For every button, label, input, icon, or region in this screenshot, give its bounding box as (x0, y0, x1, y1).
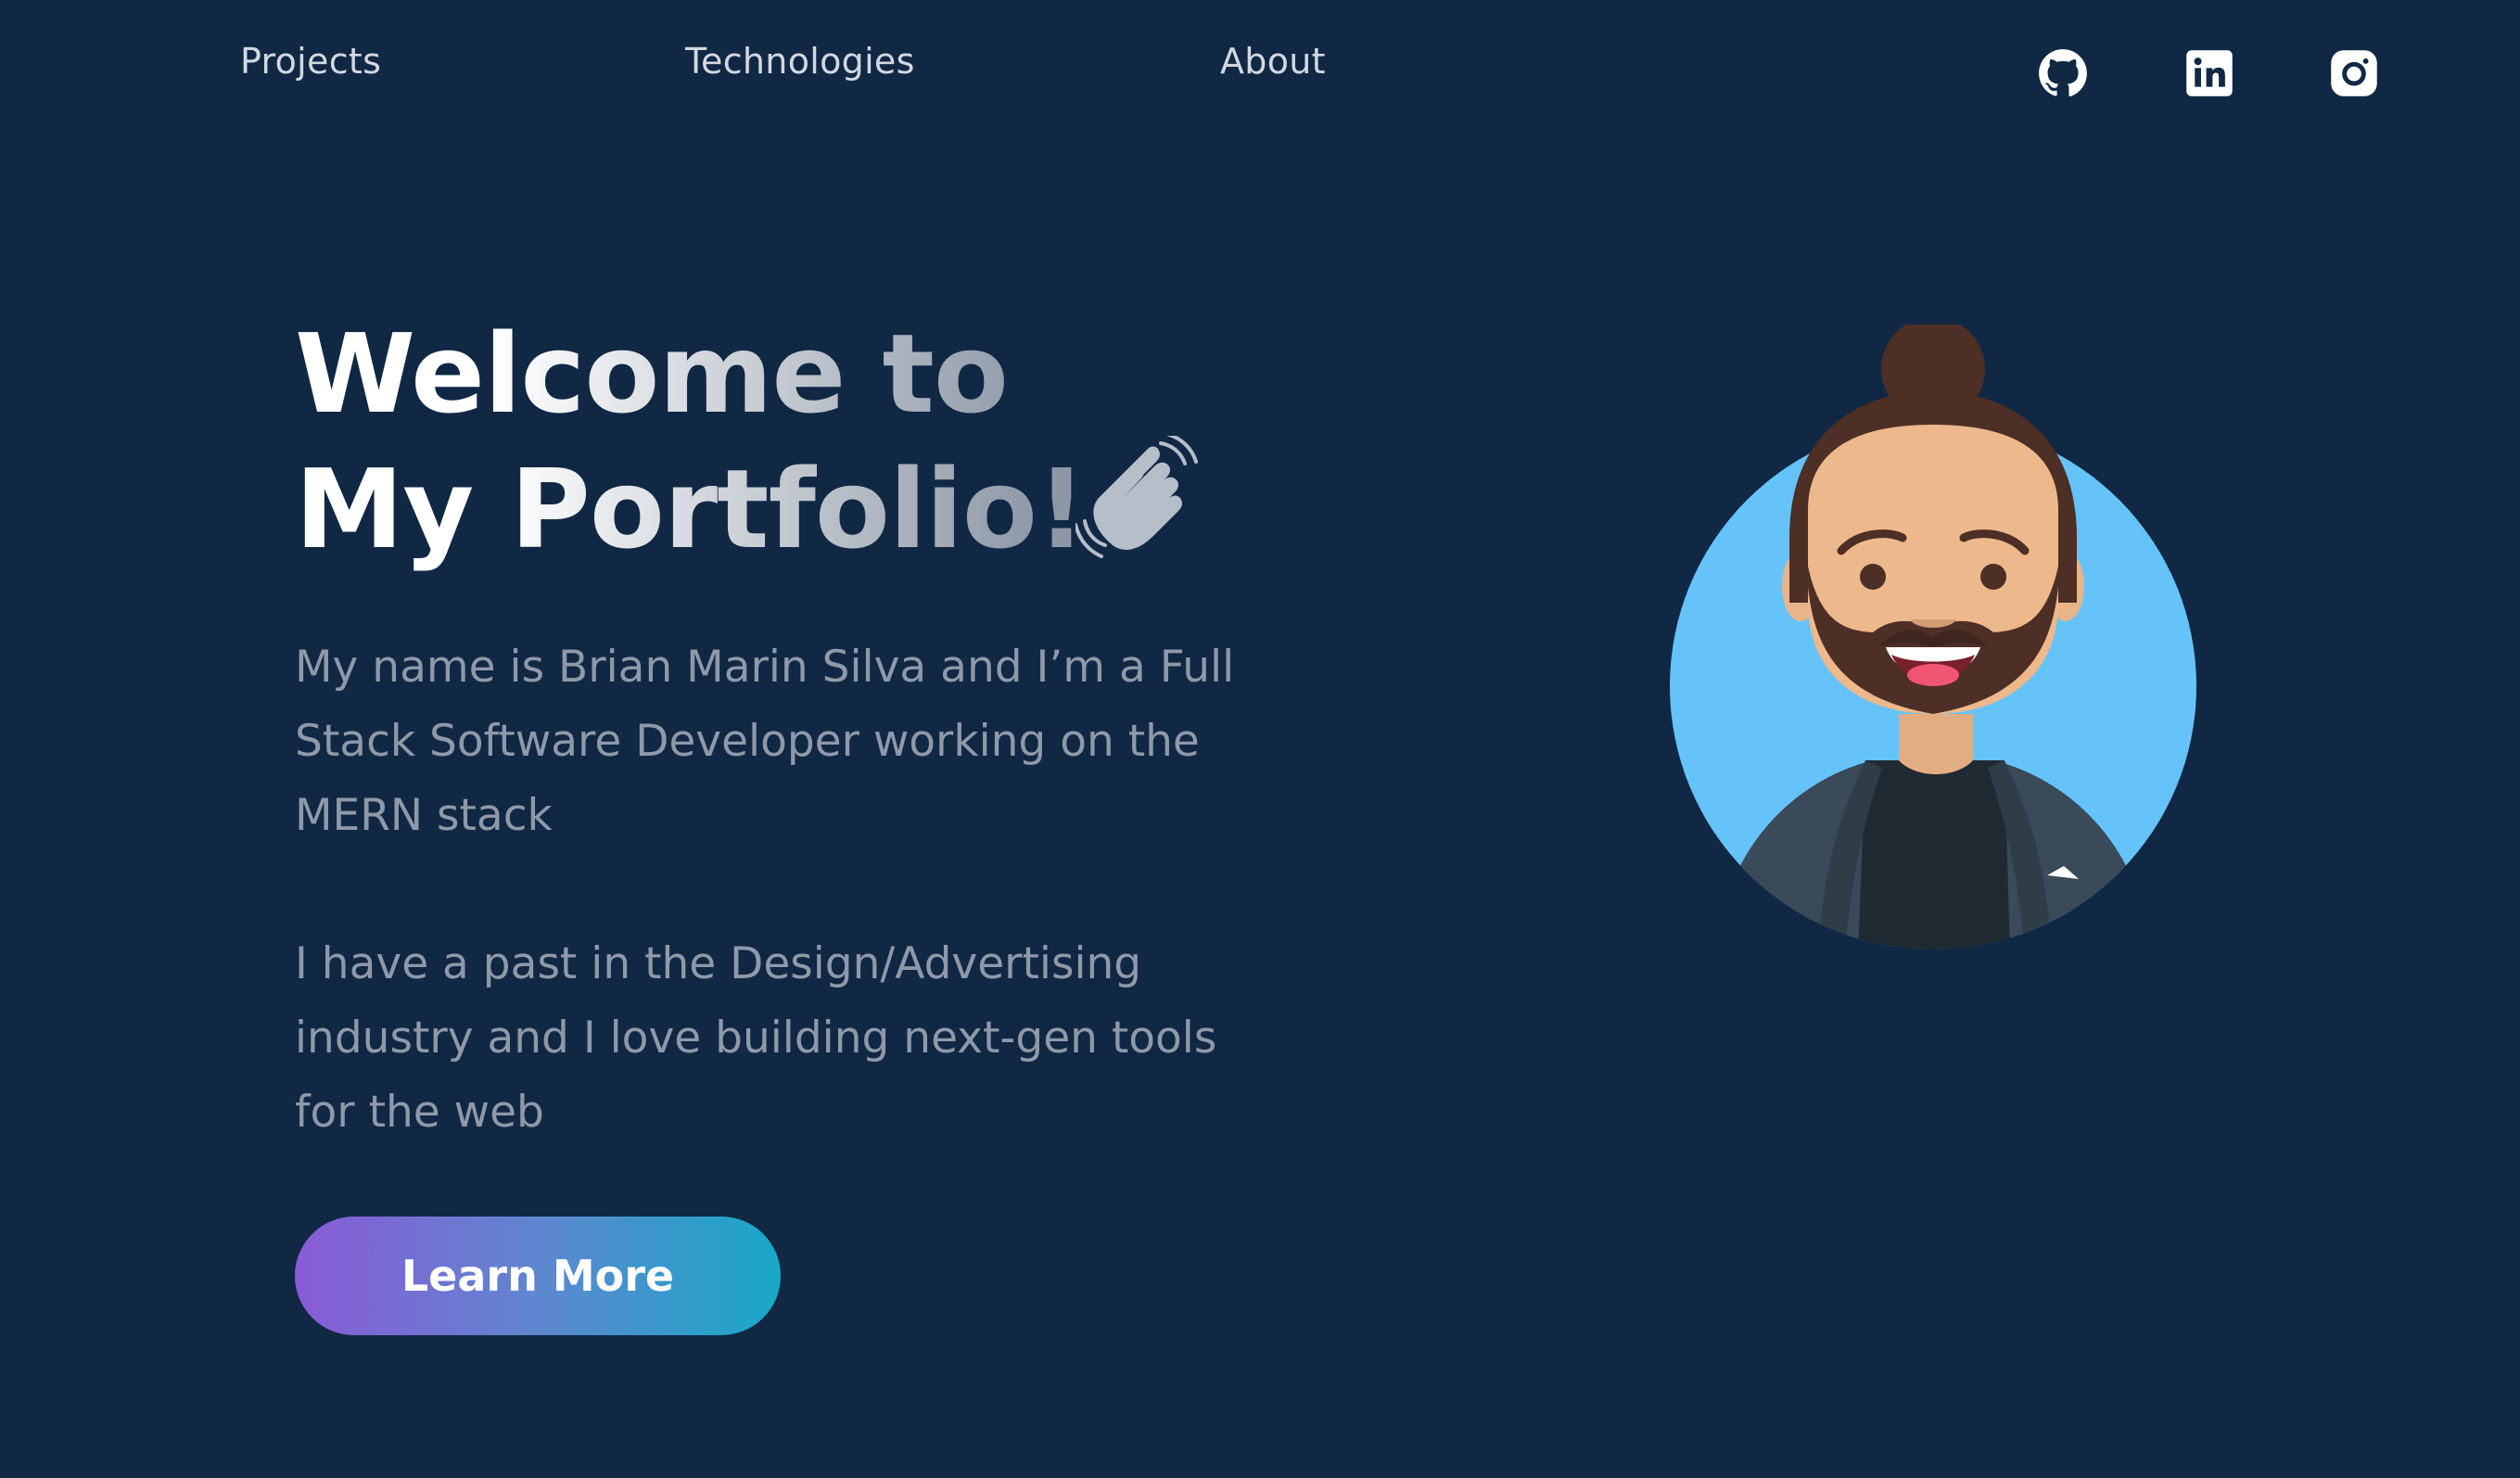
avatar (1670, 325, 2196, 949)
title-line-2: My Portfolio! (295, 445, 1086, 573)
nav-link-about[interactable]: About (1220, 41, 1326, 82)
background-paragraph: I have a past in the Design/Advertising … (295, 938, 1217, 1138)
instagram-icon[interactable] (2329, 48, 2379, 98)
nav-link-technologies[interactable]: Technologies (685, 41, 915, 82)
page-title: Welcome to My Portfolio! (295, 306, 1086, 577)
portfolio-page: Projects Technologies About Welcome to M… (0, 0, 2520, 1478)
github-icon[interactable] (2038, 48, 2088, 98)
intro-paragraph: My name is Brian Marin Silva and I’m a F… (295, 642, 1235, 841)
title-line-1: Welcome to (295, 310, 1008, 438)
learn-more-button[interactable]: Learn More (295, 1217, 781, 1335)
waving-hand-icon (1075, 436, 1198, 558)
nav-link-projects[interactable]: Projects (240, 41, 381, 82)
linkedin-icon[interactable] (2184, 48, 2234, 98)
